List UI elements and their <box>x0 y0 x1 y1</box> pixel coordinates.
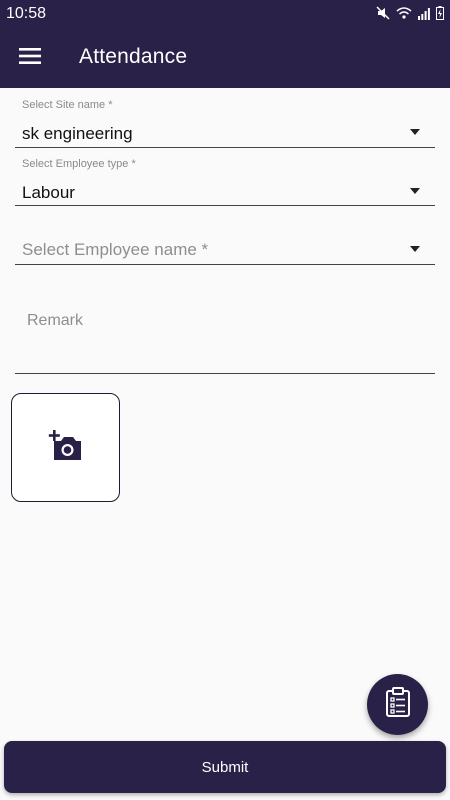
employee-name-underline <box>15 264 435 265</box>
employee-type-label: Select Employee type * <box>22 158 136 170</box>
employee-name-dropdown[interactable]: Select Employee name * <box>15 228 435 266</box>
mute-icon <box>376 6 390 25</box>
page-title: Attendance <box>79 45 188 68</box>
wifi-icon <box>396 6 412 25</box>
employee-type-underline <box>15 205 435 206</box>
site-name-underline <box>15 147 435 148</box>
signal-icon <box>418 7 430 25</box>
hamburger-menu-icon <box>19 47 41 70</box>
chevron-down-icon <box>410 246 420 252</box>
remark-input[interactable]: Remark <box>15 300 435 375</box>
site-name-label: Select Site name * <box>22 99 113 111</box>
status-bar: 10:58 <box>0 0 450 28</box>
chevron-down-icon <box>410 188 420 194</box>
battery-icon <box>436 6 444 25</box>
submit-button-label: Submit <box>201 758 249 776</box>
add-photo-button[interactable] <box>11 393 120 502</box>
app-bar: Attendance <box>0 28 450 88</box>
menu-button[interactable] <box>14 42 46 74</box>
clipboard-checklist-icon <box>385 687 411 722</box>
attendance-list-fab[interactable] <box>367 674 428 735</box>
site-name-value: sk engineering <box>22 124 133 143</box>
submit-button[interactable]: Submit <box>4 741 446 793</box>
remark-underline <box>15 373 435 374</box>
status-time: 10:58 <box>6 5 47 22</box>
employee-name-placeholder: Select Employee name * <box>22 240 209 259</box>
remark-placeholder: Remark <box>27 312 84 329</box>
site-name-dropdown[interactable]: Select Site name * sk engineering <box>15 96 435 148</box>
chevron-down-icon <box>410 129 420 135</box>
employee-type-dropdown[interactable]: Select Employee type * Labour <box>15 155 435 207</box>
status-icons <box>376 6 444 25</box>
add-photo-camera-icon <box>48 429 84 466</box>
employee-type-value: Labour <box>22 183 75 202</box>
